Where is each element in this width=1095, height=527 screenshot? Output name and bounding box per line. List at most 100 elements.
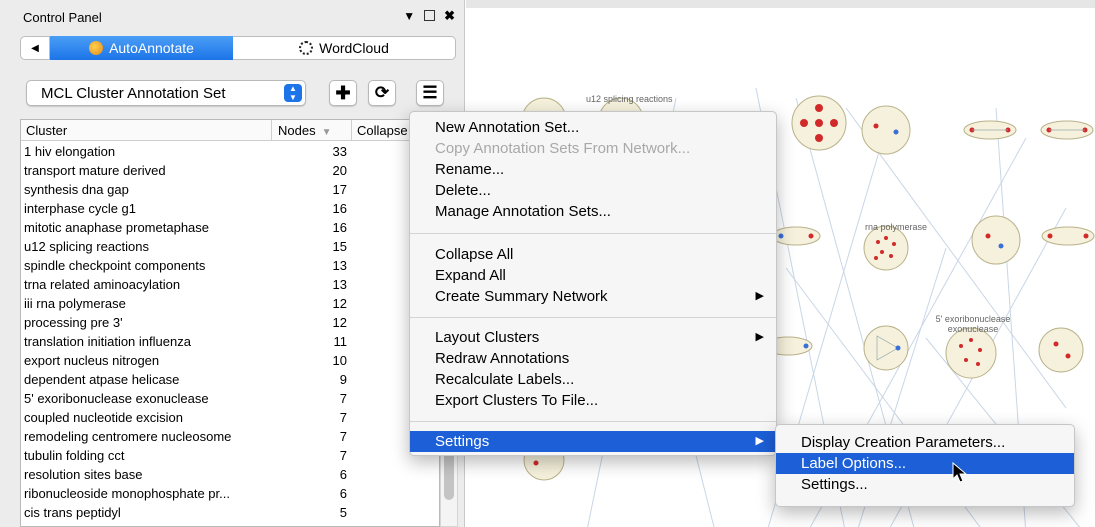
table-body: 1 hiv elongation 33 transport mature deriv… xyxy=(21,142,439,522)
menu-item-new-annotation-set[interactable]: New Annotation Set... xyxy=(410,117,776,138)
cluster-name-cell: remodeling centromere nucleosome xyxy=(24,429,232,444)
cluster-name-cell: tubulin folding cct xyxy=(24,448,125,463)
sort-descending-icon: ▼ xyxy=(321,127,332,138)
table-row[interactable]: transport mature derived 20 xyxy=(21,161,439,180)
menu-item-delete[interactable]: Delete... xyxy=(410,180,776,201)
menu-separator xyxy=(410,421,776,422)
cluster-name-cell: ribonucleoside monophosphate pr... xyxy=(24,486,230,501)
cluster-name-cell: transport mature derived xyxy=(24,163,166,178)
menu-item-label: Copy Annotation Sets From Network... xyxy=(435,140,691,157)
tab-autoannotate-label: AutoAnnotate xyxy=(109,40,194,56)
menu-item-manage-annotation-sets[interactable]: Manage Annotation Sets... xyxy=(410,201,776,222)
column-header-cluster[interactable]: Cluster xyxy=(26,123,67,138)
cluster-name-cell: processing pre 3' xyxy=(24,315,123,330)
table-row[interactable]: tubulin folding cct 7 xyxy=(21,446,439,465)
refresh-icon: ⟳ xyxy=(374,83,390,102)
wordcloud-icon xyxy=(299,41,314,55)
options-menu-button[interactable]: ☰ xyxy=(416,80,444,106)
node-count-cell: 16 xyxy=(332,220,347,235)
table-row[interactable]: u12 splicing reactions 15 xyxy=(21,237,439,256)
node-count-cell: 7 xyxy=(339,429,347,444)
cluster-node[interactable] xyxy=(863,325,909,371)
menu-item-redraw-annotations[interactable]: Redraw Annotations xyxy=(410,348,776,369)
menu-item-settings-dialog[interactable]: Settings... xyxy=(776,474,1074,495)
menu-item-label: Rename... xyxy=(435,161,505,178)
select-updown-icon: ▲ ▼ xyxy=(284,84,302,102)
menu-item-label-options[interactable]: Label Options... xyxy=(776,453,1074,474)
menu-item-settings[interactable]: Settings ▶ xyxy=(410,431,776,452)
close-icon[interactable]: ✖ xyxy=(444,9,455,23)
cluster-node[interactable] xyxy=(971,215,1021,265)
menu-item-layout-clusters[interactable]: Layout Clusters ▶ xyxy=(410,327,776,348)
menu-item-display-creation-parameters[interactable]: Display Creation Parameters... xyxy=(776,432,1074,453)
node-count-cell: 11 xyxy=(333,334,348,349)
back-arrow-icon: ◀ xyxy=(31,42,39,54)
column-header-nodes-label: Nodes xyxy=(278,123,316,138)
node-count-cell: 12 xyxy=(332,315,347,330)
table-row[interactable]: 1 hiv elongation 33 xyxy=(21,142,439,161)
menu-item-label: Settings xyxy=(435,433,490,450)
table-row[interactable]: processing pre 3' 12 xyxy=(21,313,439,332)
annotation-context-menu: New Annotation Set... Copy Annotation Se… xyxy=(409,111,777,456)
tab-wordcloud[interactable]: WordCloud xyxy=(233,36,456,60)
cluster-node[interactable] xyxy=(1038,327,1084,373)
refresh-button[interactable]: ⟳ xyxy=(368,80,396,106)
cluster-name-cell: translation initiation influenza xyxy=(24,334,191,349)
cluster-name-cell: 1 hiv elongation xyxy=(24,144,116,159)
table-row[interactable]: spindle checkpoint components 13 xyxy=(21,256,439,275)
add-annotation-set-button[interactable]: ✚ xyxy=(329,80,357,106)
node-count-cell: 6 xyxy=(339,467,347,482)
submenu-arrow-icon: ▶ xyxy=(755,331,764,343)
table-row[interactable]: remodeling centromere nucleosome 7 xyxy=(21,427,439,446)
node-count-cell: 33 xyxy=(332,144,347,159)
menu-item-label: Settings... xyxy=(801,476,868,493)
table-row[interactable]: ribonucleoside monophosphate pr... 6 xyxy=(21,484,439,503)
chevron-down-icon[interactable]: ▼ xyxy=(403,9,415,23)
menu-item-collapse-all[interactable]: Collapse All xyxy=(410,244,776,265)
tab-scroll-back-button[interactable]: ◀ xyxy=(20,36,50,60)
table-row[interactable]: mitotic anaphase prometaphase 16 xyxy=(21,218,439,237)
menu-item-expand-all[interactable]: Expand All xyxy=(410,265,776,286)
column-header-nodes[interactable]: Nodes ▼ xyxy=(271,120,351,141)
menu-item-copy-annotation-sets: Copy Annotation Sets From Network... xyxy=(410,138,776,159)
table-row[interactable]: resolution sites base 6 xyxy=(21,465,439,484)
cluster-name-cell: dependent atpase helicase xyxy=(24,372,180,387)
cluster-table: Cluster Nodes ▼ Collapse 1 hiv elongation… xyxy=(20,119,440,527)
cluster-label: rna polymerase xyxy=(864,222,928,232)
cluster-name-cell: 5' exoribonuclease exonuclease xyxy=(24,391,209,406)
menu-separator xyxy=(410,317,776,318)
table-row[interactable]: export nucleus nitrogen 10 xyxy=(21,351,439,370)
menu-item-create-summary-network[interactable]: Create Summary Network ▶ xyxy=(410,286,776,307)
float-window-icon[interactable] xyxy=(424,10,436,21)
menu-item-label: Delete... xyxy=(435,182,491,199)
menu-item-recalculate-labels[interactable]: Recalculate Labels... xyxy=(410,369,776,390)
table-row[interactable]: 5' exoribonuclease exonuclease 7 xyxy=(21,389,439,408)
table-row[interactable]: interphase cycle g1 16 xyxy=(21,199,439,218)
cluster-name-cell: u12 splicing reactions xyxy=(24,239,150,254)
cluster-node[interactable] xyxy=(863,225,909,271)
table-row[interactable]: dependent atpase helicase 9 xyxy=(21,370,439,389)
cluster-label: 5' exoribonuclease exonuclease xyxy=(935,314,1011,334)
table-row[interactable]: translation initiation influenza 11 xyxy=(21,332,439,351)
submenu-arrow-icon: ▶ xyxy=(755,290,764,302)
menu-item-rename[interactable]: Rename... xyxy=(410,159,776,180)
add-icon: ✚ xyxy=(335,82,351,103)
mouse-cursor-icon xyxy=(952,462,968,483)
table-row[interactable]: coupled nucleotide excision 7 xyxy=(21,408,439,427)
node-count-cell: 12 xyxy=(332,296,347,311)
cluster-name-cell: coupled nucleotide excision xyxy=(24,410,183,425)
table-row[interactable]: iii rna polymerase 12 xyxy=(21,294,439,313)
cluster-name-cell: resolution sites base xyxy=(24,467,143,482)
menu-item-label: Display Creation Parameters... xyxy=(801,434,1006,451)
table-row[interactable]: cis trans peptidyl 5 xyxy=(21,503,439,522)
node-count-cell: 5 xyxy=(339,505,347,520)
node-count-cell: 7 xyxy=(339,410,347,425)
cluster-name-cell: export nucleus nitrogen xyxy=(24,353,160,368)
cluster-node[interactable] xyxy=(861,105,911,155)
cluster-node[interactable] xyxy=(945,327,997,379)
menu-item-export-clusters[interactable]: Export Clusters To File... xyxy=(410,390,776,411)
table-row[interactable]: synthesis dna gap 17 xyxy=(21,180,439,199)
tab-autoannotate[interactable]: AutoAnnotate xyxy=(50,36,233,60)
table-row[interactable]: trna related aminoacylation 13 xyxy=(21,275,439,294)
annotation-set-select[interactable]: MCL Cluster Annotation Set ▲ ▼ xyxy=(26,80,306,106)
